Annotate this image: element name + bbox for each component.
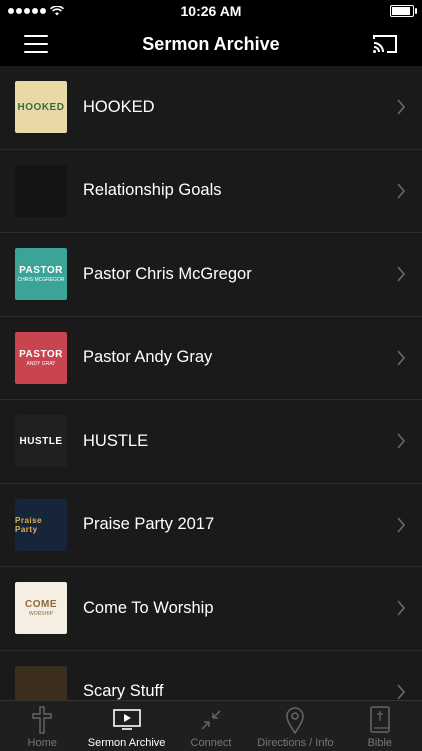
sermon-title: Scary Stuff bbox=[83, 682, 164, 700]
tab-connect[interactable]: Connect bbox=[169, 701, 253, 751]
cast-icon[interactable] bbox=[372, 32, 398, 56]
sermon-row[interactable]: PASTOR CHRIS MCGREGOR Pastor Chris McGrego… bbox=[0, 233, 422, 317]
cross-icon bbox=[28, 705, 56, 735]
battery-icon bbox=[390, 5, 417, 17]
sermon-title: Pastor Chris McGregor bbox=[83, 264, 252, 283]
thumbnail-subtitle: ANDY GRAY bbox=[26, 360, 56, 367]
thumbnail-title: PASTOR bbox=[19, 265, 63, 277]
sermon-row[interactable]: PASTOR ANDY GRAY Pastor Andy Gray bbox=[0, 317, 422, 400]
tab-label: Directions / Info bbox=[257, 737, 334, 749]
sermon-row[interactable]: HOOKED HOOKED bbox=[0, 66, 422, 150]
tab-label: Home bbox=[27, 737, 57, 749]
sermon-title: Relationship Goals bbox=[83, 181, 222, 200]
bible-icon bbox=[366, 705, 394, 735]
tab-label: Sermon Archive bbox=[87, 737, 166, 749]
sermon-row[interactable]: Scary Stuff bbox=[0, 651, 422, 700]
sermon-row[interactable]: Relationship Goals bbox=[0, 150, 422, 233]
tab-label: Bible bbox=[367, 737, 393, 749]
battery-level bbox=[392, 7, 411, 15]
thumbnail-subtitle: CHRIS MCGREGOR bbox=[17, 277, 65, 284]
chevron-right-icon bbox=[397, 600, 406, 616]
sermon-row[interactable]: HUSTLE HUSTLE bbox=[0, 400, 422, 484]
thumbnail-title: COME bbox=[25, 599, 57, 611]
tab-label: Connect bbox=[190, 737, 232, 749]
sermon-title: Pastor Andy Gray bbox=[83, 348, 213, 367]
sermon-thumbnail: Praise Party bbox=[15, 498, 67, 551]
sermon-thumbnail: PASTOR CHRIS MCGREGOR bbox=[15, 248, 67, 301]
sermon-thumbnail: PASTOR ANDY GRAY bbox=[15, 331, 67, 384]
chevron-right-icon bbox=[397, 99, 406, 115]
chevron-right-icon bbox=[397, 684, 406, 700]
tab-bar: Home Sermon Archive Connect Directions / In… bbox=[0, 700, 422, 751]
sermon-row[interactable]: COME WORSHIP Come To Worship bbox=[0, 567, 422, 651]
tab-bible[interactable]: Bible bbox=[338, 701, 422, 751]
map-pin-icon bbox=[281, 705, 309, 735]
sermon-thumbnail: HUSTLE bbox=[15, 415, 67, 468]
chevron-right-icon bbox=[397, 183, 406, 199]
thumbnail-title: HOOKED bbox=[17, 101, 65, 113]
chevron-right-icon bbox=[397, 433, 406, 449]
sermon-title: Praise Party 2017 bbox=[83, 515, 215, 534]
sermon-list[interactable]: HOOKED HOOKED Relationship Goals PASTOR CHRI… bbox=[0, 66, 422, 700]
thumbnail-title: PASTOR bbox=[19, 348, 63, 360]
chevron-right-icon bbox=[397, 350, 406, 366]
chevron-right-icon bbox=[397, 517, 406, 533]
status-bar: 10:26 AM bbox=[0, 0, 422, 22]
hamburger-menu-icon[interactable] bbox=[24, 35, 48, 53]
sermon-thumbnail bbox=[15, 665, 67, 700]
tab-sermon-archive[interactable]: Sermon Archive bbox=[84, 701, 168, 751]
sermon-thumbnail: HOOKED bbox=[15, 81, 67, 134]
sermon-thumbnail: COME WORSHIP bbox=[15, 582, 67, 635]
thumbnail-title: Praise Party bbox=[15, 515, 43, 534]
tab-home[interactable]: Home bbox=[0, 701, 84, 751]
connect-arrows-icon bbox=[197, 705, 225, 735]
status-time: 10:26 AM bbox=[180, 3, 242, 19]
sermon-title: HOOKED bbox=[83, 97, 155, 116]
chevron-right-icon bbox=[397, 266, 406, 282]
tab-directions-info[interactable]: Directions / Info bbox=[253, 701, 337, 751]
thumbnail-subtitle: WORSHIP bbox=[29, 611, 53, 618]
sermon-thumbnail bbox=[15, 164, 67, 217]
sermon-title: Come To Worship bbox=[83, 598, 214, 617]
sermon-row[interactable]: Praise Party Praise Party 2017 bbox=[0, 484, 422, 567]
page-title: Sermon Archive bbox=[142, 33, 280, 54]
video-screen-icon bbox=[112, 705, 141, 735]
thumbnail-title: HUSTLE bbox=[19, 435, 63, 447]
sermon-title: HUSTLE bbox=[83, 431, 149, 450]
navigation-bar: Sermon Archive bbox=[0, 22, 422, 66]
